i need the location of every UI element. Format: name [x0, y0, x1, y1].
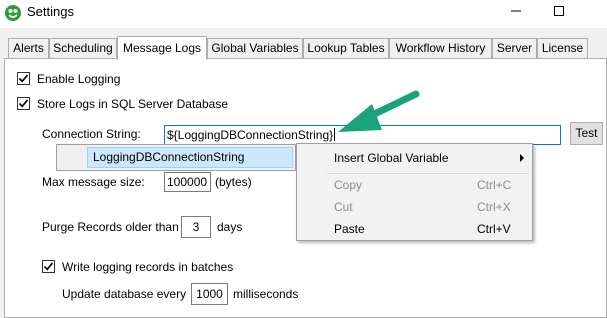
checkmark-icon	[18, 99, 29, 108]
enable-logging-label: Enable Logging	[37, 72, 121, 86]
tab-alerts[interactable]: Alerts	[8, 38, 49, 58]
paste-label: Paste	[334, 222, 365, 236]
cut-menu-item[interactable]: Cut Ctrl+X	[299, 196, 530, 218]
connection-string-value: ${LoggingDBConnectionString}	[167, 128, 334, 142]
max-message-size-input[interactable]: 100000	[164, 172, 211, 192]
window-title: Settings	[27, 4, 74, 19]
cut-shortcut: Ctrl+X	[477, 200, 511, 214]
update-interval-input[interactable]: 1000	[191, 283, 228, 305]
checkmark-icon	[18, 74, 29, 83]
context-menu: Insert Global Variable Copy Ctrl+C Cut C…	[296, 143, 533, 241]
tab-message-logs[interactable]: Message Logs	[117, 36, 207, 60]
purge-days-input[interactable]: 3	[181, 216, 211, 238]
tab-scheduling[interactable]: Scheduling	[49, 38, 117, 58]
autocomplete-item[interactable]: LoggingDBConnectionString	[87, 147, 293, 168]
maximize-button[interactable]	[536, 0, 582, 22]
copy-label: Copy	[334, 178, 363, 192]
tab-lookup-tables[interactable]: Lookup Tables	[303, 38, 389, 58]
max-message-size-unit: (bytes)	[215, 175, 252, 189]
store-logs-checkbox[interactable]	[17, 97, 30, 110]
minimize-button[interactable]	[493, 0, 539, 22]
connection-string-label: Connection String:	[42, 127, 141, 141]
cut-label: Cut	[334, 200, 353, 214]
copy-shortcut: Ctrl+C	[477, 178, 512, 192]
paste-menu-item[interactable]: Paste Ctrl+V	[299, 218, 530, 240]
insert-global-variable-label: Insert Global Variable	[334, 151, 449, 165]
write-batches-label: Write logging records in batches	[62, 260, 234, 274]
enable-logging-checkbox[interactable]	[17, 72, 30, 85]
copy-menu-item[interactable]: Copy Ctrl+C	[299, 174, 530, 196]
update-interval-unit: milliseconds	[233, 287, 299, 301]
purge-records-label: Purge Records older than	[42, 220, 179, 234]
max-message-size-label: Max message size:	[42, 175, 145, 189]
app-logo-icon	[5, 5, 21, 21]
write-batches-checkbox[interactable]	[42, 260, 55, 273]
autocomplete-dropdown: LoggingDBConnectionString	[56, 144, 296, 171]
test-connection-button[interactable]: Test	[570, 122, 603, 145]
tab-license[interactable]: License	[537, 38, 588, 58]
minimize-icon	[511, 10, 521, 12]
tab-workflow-history[interactable]: Workflow History	[389, 38, 492, 58]
tab-global-variables[interactable]: Global Variables	[207, 38, 303, 58]
purge-days-unit: days	[217, 220, 243, 234]
annotation-arrow-icon	[338, 90, 420, 132]
checkmark-icon	[43, 262, 54, 271]
tab-server[interactable]: Server	[492, 38, 537, 58]
insert-global-variable-menu-item[interactable]: Insert Global Variable	[299, 147, 530, 169]
maximize-icon	[554, 6, 564, 16]
update-database-label: Update database every	[62, 287, 187, 301]
submenu-arrow-icon	[520, 154, 524, 162]
store-logs-label: Store Logs in SQL Server Database	[37, 97, 228, 111]
paste-shortcut: Ctrl+V	[477, 222, 511, 236]
